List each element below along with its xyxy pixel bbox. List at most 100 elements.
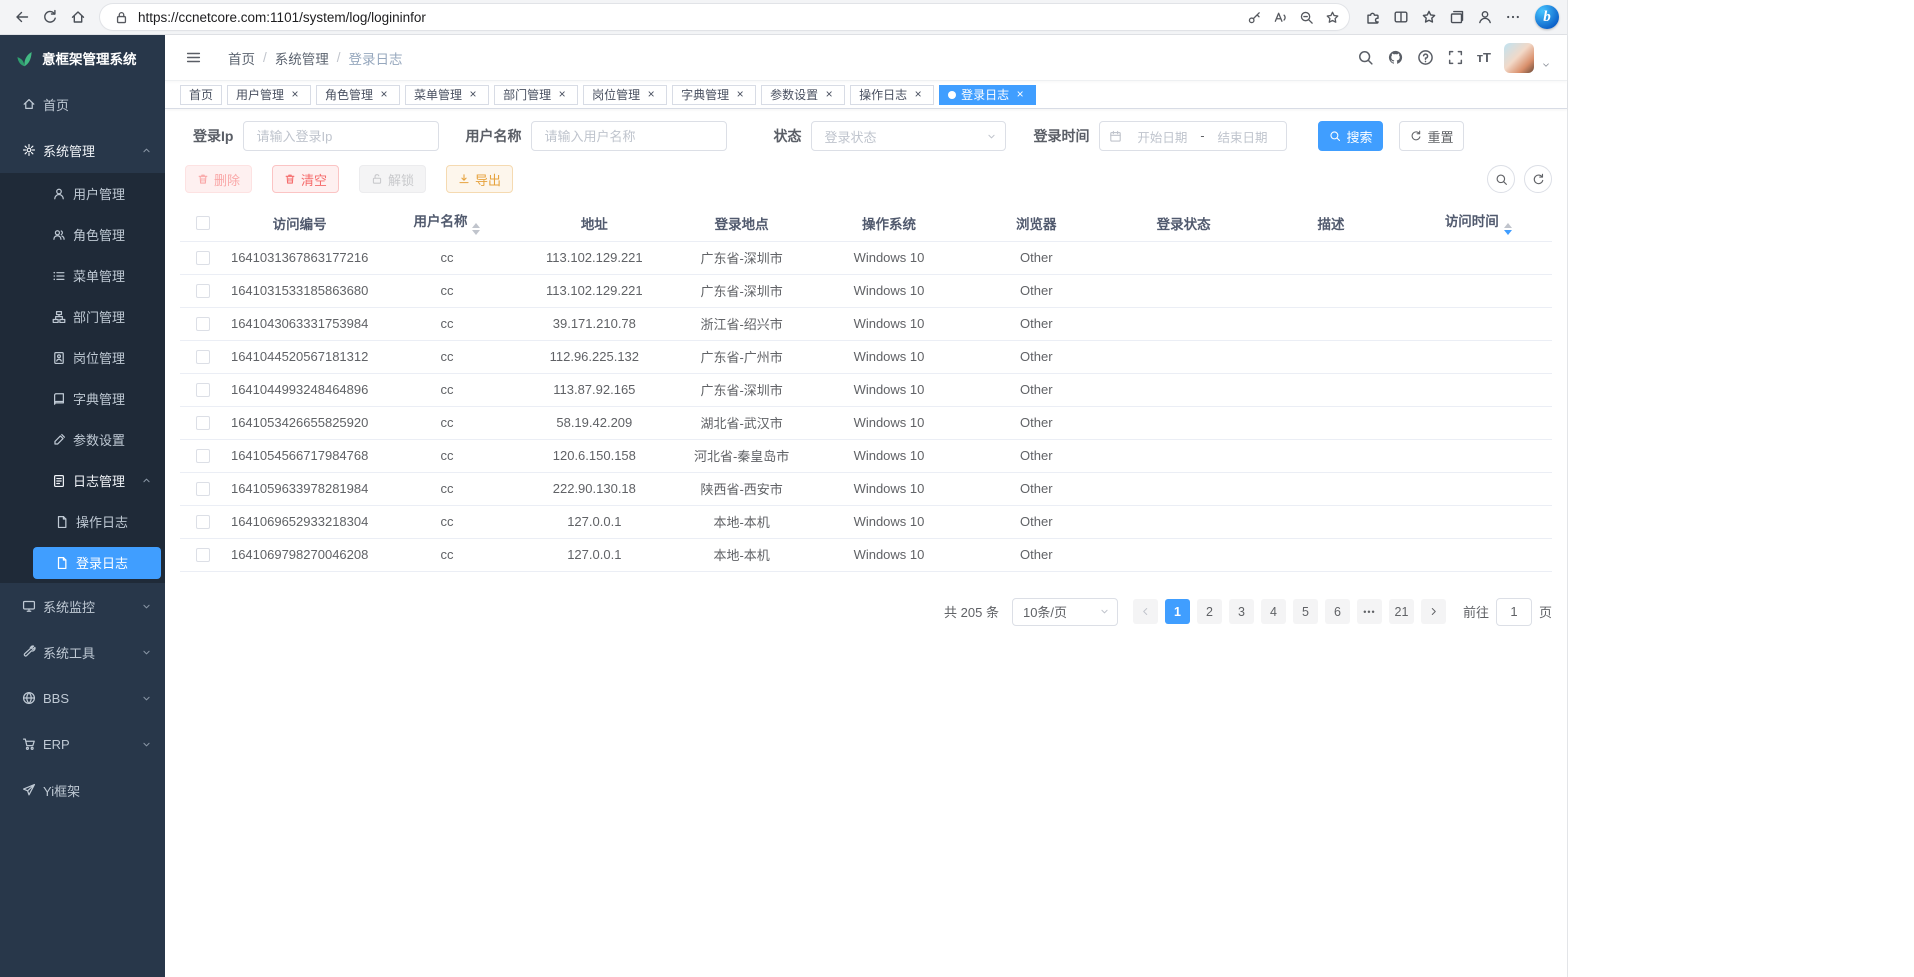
- column-header-visit-time[interactable]: 访问时间: [1405, 205, 1552, 241]
- page-button-6[interactable]: 6: [1325, 599, 1350, 624]
- tab-param-settings[interactable]: 参数设置×: [761, 85, 845, 105]
- page-size-select[interactable]: 10条/页: [1012, 598, 1118, 626]
- close-tab-icon[interactable]: ×: [1013, 88, 1027, 102]
- read-aloud-icon[interactable]: [1267, 5, 1293, 29]
- sidebar-item-home[interactable]: 首页: [0, 81, 165, 127]
- profile-person-icon[interactable]: [1471, 3, 1499, 31]
- search-icon[interactable]: [1357, 49, 1374, 66]
- user-avatar[interactable]: [1504, 43, 1534, 73]
- close-tab-icon[interactable]: ×: [911, 88, 925, 102]
- hamburger-icon[interactable]: [185, 49, 202, 66]
- row-checkbox[interactable]: [196, 383, 210, 397]
- sidebar-item-dict-management[interactable]: 字典管理: [0, 378, 165, 419]
- page-button-4[interactable]: 4: [1261, 599, 1286, 624]
- row-checkbox[interactable]: [196, 482, 210, 496]
- password-key-icon[interactable]: [1241, 5, 1267, 29]
- app-logo[interactable]: 意框架管理系统: [0, 35, 165, 81]
- row-checkbox[interactable]: [196, 251, 210, 265]
- row-checkbox[interactable]: [196, 284, 210, 298]
- chevron-down-icon[interactable]: [1541, 60, 1551, 70]
- row-checkbox[interactable]: [196, 317, 210, 331]
- sidebar-item-menu-management[interactable]: 菜单管理: [0, 255, 165, 296]
- sidebar-item-erp[interactable]: ERP: [0, 721, 165, 767]
- search-button[interactable]: 搜索: [1318, 121, 1383, 151]
- page-button-3[interactable]: 3: [1229, 599, 1254, 624]
- row-checkbox[interactable]: [196, 350, 210, 364]
- page-button-5[interactable]: 5: [1293, 599, 1318, 624]
- column-header-user-name[interactable]: 用户名称: [373, 205, 520, 241]
- zoom-out-icon[interactable]: [1293, 5, 1319, 29]
- login-ip-input[interactable]: [243, 121, 439, 151]
- tab-role-management[interactable]: 角色管理×: [316, 85, 400, 105]
- refresh-icon[interactable]: [36, 3, 64, 31]
- address-bar[interactable]: https://ccnetcore.com:1101/system/log/lo…: [100, 4, 1349, 30]
- close-tab-icon[interactable]: ×: [733, 88, 747, 102]
- prev-page-button[interactable]: [1133, 599, 1158, 624]
- sidebar-item-login-log[interactable]: 登录日志: [0, 542, 165, 583]
- font-size-icon[interactable]: тT: [1477, 50, 1491, 65]
- tab-operation-log[interactable]: 操作日志×: [850, 85, 934, 105]
- more-pages-button[interactable]: •••: [1357, 599, 1382, 624]
- sidebar-item-dept-management[interactable]: 部门管理: [0, 296, 165, 337]
- github-icon[interactable]: [1387, 49, 1404, 66]
- close-tab-icon[interactable]: ×: [822, 88, 836, 102]
- tab-user-management[interactable]: 用户管理×: [227, 85, 311, 105]
- tab-login-log[interactable]: 登录日志×: [939, 85, 1036, 105]
- tab-dept-management[interactable]: 部门管理×: [494, 85, 578, 105]
- tab-post-management[interactable]: 岗位管理×: [583, 85, 667, 105]
- sidebar-item-operation-log[interactable]: 操作日志: [0, 501, 165, 542]
- extensions-puzzle-icon[interactable]: [1359, 3, 1387, 31]
- row-checkbox[interactable]: [196, 449, 210, 463]
- home-icon[interactable]: [64, 3, 92, 31]
- page-button-21[interactable]: 21: [1389, 599, 1414, 624]
- tab-dict-management[interactable]: 字典管理×: [672, 85, 756, 105]
- sidebar-item-system-monitor[interactable]: 系统监控: [0, 583, 165, 629]
- sort-carets-icon[interactable]: [472, 223, 480, 235]
- sidebar-item-bbs[interactable]: BBS: [0, 675, 165, 721]
- page-button-1[interactable]: 1: [1165, 599, 1190, 624]
- favorites-star-icon[interactable]: [1415, 3, 1443, 31]
- close-tab-icon[interactable]: ×: [466, 88, 480, 102]
- row-checkbox[interactable]: [196, 416, 210, 430]
- select-all-checkbox[interactable]: [196, 216, 210, 230]
- sidebar-item-system-management[interactable]: 系统管理: [0, 127, 165, 173]
- export-button[interactable]: 导出: [446, 165, 513, 193]
- reset-button[interactable]: 重置: [1399, 121, 1464, 151]
- back-icon[interactable]: [8, 3, 36, 31]
- site-lock-icon[interactable]: [108, 5, 134, 29]
- browser-menu-dots-icon[interactable]: [1499, 3, 1527, 31]
- sidebar-item-user-management[interactable]: 用户管理: [0, 173, 165, 214]
- sidebar-item-param-settings[interactable]: 参数设置: [0, 419, 165, 460]
- sidebar-item-system-tools[interactable]: 系统工具: [0, 629, 165, 675]
- close-tab-icon[interactable]: ×: [644, 88, 658, 102]
- toggle-search-button[interactable]: [1487, 165, 1515, 193]
- tab-home[interactable]: 首页: [180, 85, 222, 105]
- sidebar-item-role-management[interactable]: 角色管理: [0, 214, 165, 255]
- date-range-picker[interactable]: 开始日期 - 结束日期: [1099, 121, 1287, 151]
- close-tab-icon[interactable]: ×: [288, 88, 302, 102]
- delete-button[interactable]: 删除: [185, 165, 252, 193]
- sidebar-item-post-management[interactable]: 岗位管理: [0, 337, 165, 378]
- sidebar-item-log-management[interactable]: 日志管理: [0, 460, 165, 501]
- tab-menu-management[interactable]: 菜单管理×: [405, 85, 489, 105]
- close-tab-icon[interactable]: ×: [377, 88, 391, 102]
- sidebar-item-yi-framework[interactable]: Yi框架: [0, 767, 165, 813]
- user-name-input[interactable]: [531, 121, 727, 151]
- clear-button[interactable]: 清空: [272, 165, 339, 193]
- sort-carets-icon[interactable]: [1504, 223, 1512, 235]
- row-checkbox[interactable]: [196, 515, 210, 529]
- page-button-2[interactable]: 2: [1197, 599, 1222, 624]
- help-icon[interactable]: [1417, 49, 1434, 66]
- goto-page-input[interactable]: [1496, 598, 1532, 626]
- add-favorite-star-icon[interactable]: [1319, 5, 1345, 29]
- status-select[interactable]: 登录状态: [811, 121, 1006, 151]
- split-screen-icon[interactable]: [1387, 3, 1415, 31]
- close-tab-icon[interactable]: ×: [555, 88, 569, 102]
- fullscreen-icon[interactable]: [1447, 49, 1464, 66]
- breadcrumb-system[interactable]: 系统管理: [275, 48, 329, 68]
- row-checkbox[interactable]: [196, 548, 210, 562]
- breadcrumb-home[interactable]: 首页: [228, 48, 255, 68]
- unlock-button[interactable]: 解锁: [359, 165, 426, 193]
- refresh-table-button[interactable]: [1524, 165, 1552, 193]
- next-page-button[interactable]: [1421, 599, 1446, 624]
